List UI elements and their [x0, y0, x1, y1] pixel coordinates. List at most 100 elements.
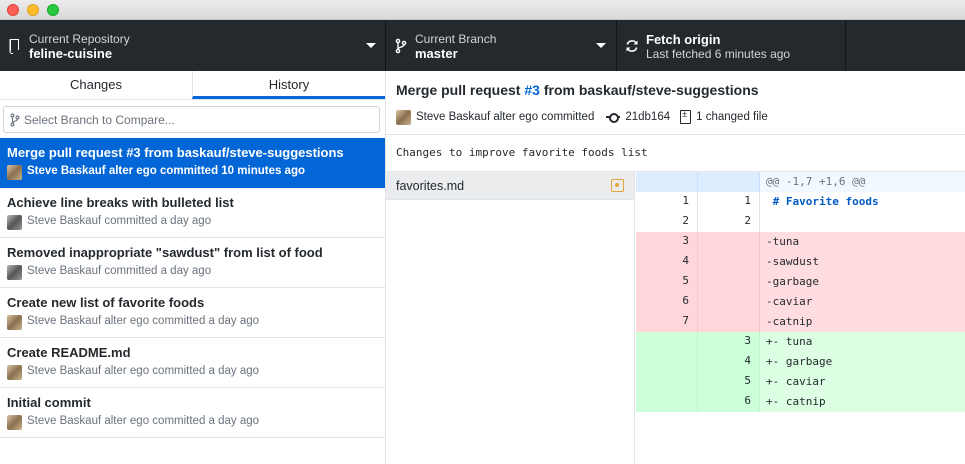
- old-line-number: 6: [636, 292, 698, 312]
- pull-request-link[interactable]: #3: [524, 82, 540, 98]
- commit-meta: Steve Baskauf alter ego committed a day …: [27, 365, 260, 377]
- new-line-number: [698, 292, 760, 312]
- commit-row[interactable]: Create README.md Steve Baskauf alter ego…: [0, 338, 385, 388]
- avatar: [396, 109, 411, 125]
- diff-line-context[interactable]: 11 # Favorite foods: [636, 192, 965, 212]
- commit-list: Merge pull request #3 from baskauf/steve…: [0, 138, 385, 438]
- new-line-number: [698, 172, 760, 192]
- compare-branch-input[interactable]: Select Branch to Compare...: [3, 106, 380, 133]
- diff-line-text: # Favorite foods: [766, 195, 879, 208]
- file-item[interactable]: favorites.md: [386, 172, 634, 200]
- commit-author: Steve Baskauf alter ego committed: [416, 111, 595, 123]
- old-line-number: 3: [636, 232, 698, 252]
- avatar: [7, 265, 22, 280]
- file-name: favorites.md: [396, 179, 465, 193]
- diff-file-icon: [680, 109, 692, 124]
- new-line-number: 4: [698, 352, 760, 372]
- diff-line-text: +- caviar: [766, 375, 826, 388]
- commit-summary: Merge pull request #3 from baskauf/steve…: [396, 82, 759, 98]
- sidebar: Changes History Select Branch to Compare…: [0, 71, 386, 464]
- sync-icon: [626, 40, 638, 52]
- current-repository-button[interactable]: Current Repository feline-cuisine: [0, 20, 386, 71]
- commit-title: Create README.md: [7, 345, 131, 360]
- diff-line-deleted[interactable]: 5 -garbage: [636, 272, 965, 292]
- new-line-number: [698, 252, 760, 272]
- diff-line-text: +- tuna: [766, 335, 813, 348]
- git-commit-icon: [606, 112, 621, 123]
- avatar: [7, 165, 22, 180]
- diff-line-deleted[interactable]: 7 -catnip: [636, 312, 965, 332]
- avatar: [7, 315, 22, 330]
- repository-icon: [9, 39, 19, 54]
- new-line-number: 2: [698, 212, 760, 232]
- sidebar-tabs: Changes History: [0, 71, 385, 100]
- old-line-number: 1: [636, 192, 698, 212]
- commit-title: Removed inappropriate "sawdust" from lis…: [7, 245, 323, 260]
- diff-line-context[interactable]: 22: [636, 212, 965, 232]
- changed-files-count: 1 changed file: [696, 111, 768, 123]
- diff-line-added[interactable]: 6 +- catnip: [636, 392, 965, 412]
- old-line-number: [636, 372, 698, 392]
- commit-row[interactable]: Initial commit Steve Baskauf alter ego c…: [0, 388, 385, 438]
- diff-line-text: -garbage: [766, 275, 819, 288]
- diff-line-added[interactable]: 3 +- tuna: [636, 332, 965, 352]
- diff-line-text: -caviar: [766, 295, 813, 308]
- title-bar: [0, 0, 965, 20]
- commit-row[interactable]: Create new list of favorite foods Steve …: [0, 288, 385, 338]
- branch-name: master: [415, 46, 458, 61]
- compare-placeholder: Select Branch to Compare...: [24, 113, 175, 127]
- current-branch-button[interactable]: Current Branch master: [386, 20, 617, 71]
- new-line-number: [698, 272, 760, 292]
- commit-title: Create new list of favorite foods: [7, 295, 205, 310]
- branch-icon: [395, 38, 407, 54]
- new-line-number: 5: [698, 372, 760, 392]
- diff-line-deleted[interactable]: 3 -tuna: [636, 232, 965, 252]
- commit-row[interactable]: Achieve line breaks with bulleted list S…: [0, 188, 385, 238]
- commit-description: Changes to improve favorite foods list: [396, 146, 648, 159]
- old-line-number: [636, 392, 698, 412]
- commit-title: Initial commit: [7, 395, 91, 410]
- toolbar: Current Repository feline-cuisine Curren…: [0, 20, 965, 71]
- zoom-window-button[interactable]: [47, 4, 59, 16]
- diff-line-deleted[interactable]: 6 -caviar: [636, 292, 965, 312]
- diff-line-added[interactable]: 4 +- garbage: [636, 352, 965, 372]
- chevron-down-icon: [366, 43, 376, 48]
- commit-meta: Steve Baskauf alter ego committed a day …: [27, 315, 260, 327]
- diff-view: @@ -1,7 +1,6 @@ 11 # Favorite foods 2 2 3 -t…: [636, 172, 965, 412]
- commit-sha[interactable]: 21db164: [625, 111, 670, 123]
- old-line-number: 5: [636, 272, 698, 292]
- old-line-number: 7: [636, 312, 698, 332]
- new-line-number: 3: [698, 332, 760, 352]
- avatar: [7, 365, 22, 380]
- tab-history[interactable]: History: [192, 71, 385, 99]
- commit-title: Merge pull request #3 from baskauf/steve…: [7, 145, 344, 160]
- diff-line-text: [760, 212, 965, 232]
- changed-files-list: favorites.md: [386, 172, 635, 464]
- commit-meta: Steve Baskauf committed a day ago: [27, 215, 212, 227]
- commit-meta: Steve Baskauf alter ego committed a day …: [27, 415, 260, 427]
- old-line-number: 2: [636, 212, 698, 232]
- last-fetched-text: Last fetched 6 minutes ago: [646, 47, 791, 61]
- diff-line-deleted[interactable]: 4 -sawdust: [636, 252, 965, 272]
- old-line-number: [636, 332, 698, 352]
- fetch-origin-button[interactable]: Fetch origin Last fetched 6 minutes ago: [617, 20, 846, 71]
- diff-line-text: -tuna: [766, 235, 800, 248]
- old-line-number: [636, 352, 698, 372]
- diff-hunk-header: @@ -1,7 +1,6 @@: [636, 172, 965, 192]
- commit-row[interactable]: Merge pull request #3 from baskauf/steve…: [0, 138, 385, 188]
- diff-line-text: +- catnip: [766, 395, 826, 408]
- file-modified-icon: [611, 179, 624, 192]
- divider: [386, 134, 965, 135]
- close-window-button[interactable]: [7, 4, 19, 16]
- old-line-number: [636, 172, 698, 192]
- chevron-down-icon: [596, 43, 606, 48]
- minimize-window-button[interactable]: [27, 4, 39, 16]
- diff-line-added[interactable]: 5 +- caviar: [636, 372, 965, 392]
- commit-detail: Merge pull request #3 from baskauf/steve…: [386, 71, 965, 464]
- new-line-number: [698, 232, 760, 252]
- avatar: [7, 415, 22, 430]
- tab-changes[interactable]: Changes: [0, 71, 192, 99]
- commit-row[interactable]: Removed inappropriate "sawdust" from lis…: [0, 238, 385, 288]
- commit-title: Achieve line breaks with bulleted list: [7, 195, 234, 210]
